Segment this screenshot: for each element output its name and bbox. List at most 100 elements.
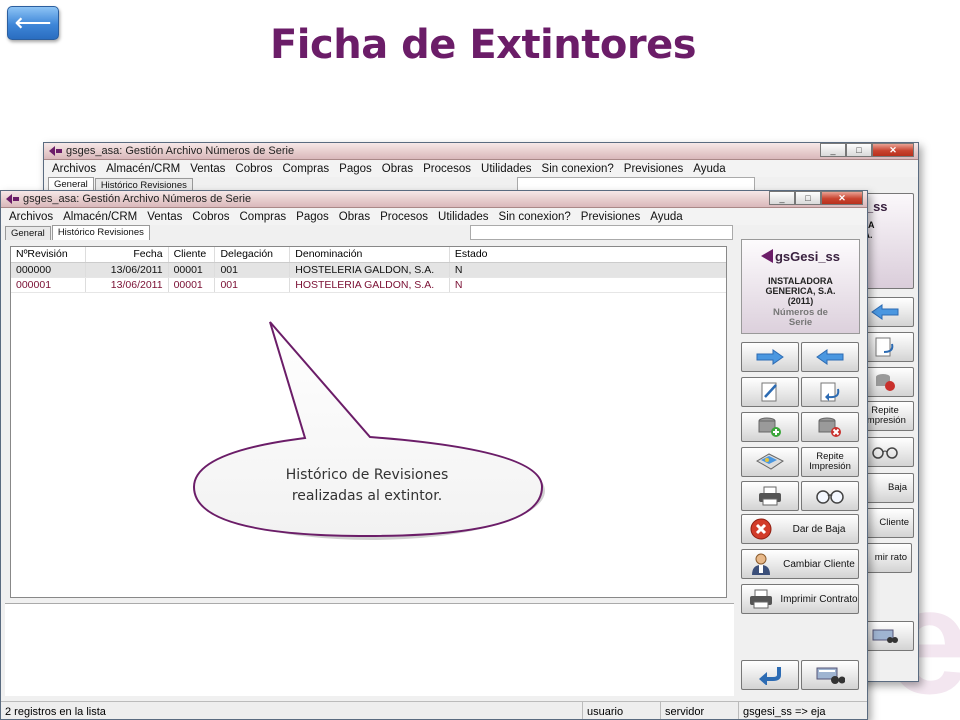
- col-header-revision[interactable]: NºRevisión: [11, 247, 86, 262]
- menu-almacen[interactable]: Almacén/CRM: [59, 211, 143, 223]
- printer-icon: [759, 486, 781, 506]
- col-header-cliente[interactable]: Cliente: [169, 247, 216, 262]
- documents-icon: [756, 453, 784, 470]
- cell: 001: [215, 263, 291, 277]
- logo-brand: gsGesi_ss: [774, 248, 841, 264]
- menu-compras[interactable]: Compras: [279, 163, 336, 175]
- slide-title: Ficha de Extintores: [269, 22, 697, 68]
- status-count: 2 registros en la lista: [1, 701, 583, 719]
- return-button[interactable]: [741, 660, 799, 690]
- menu-pagos[interactable]: Pagos: [335, 163, 378, 175]
- maximize-button[interactable]: □: [795, 191, 821, 205]
- menu-cobros[interactable]: Cobros: [231, 163, 278, 175]
- menu-ventas[interactable]: Ventas: [143, 211, 188, 223]
- table-row[interactable]: 000001 13/06/2011 00001 001 HOSTELERIA G…: [11, 278, 726, 293]
- cancel-icon: [750, 518, 772, 540]
- glasses-icon: [872, 447, 898, 459]
- front-tabs: General Histórico Revisiones: [1, 225, 867, 240]
- view-button[interactable]: [801, 481, 859, 511]
- menu-sin-conexion[interactable]: Sin conexion?: [495, 211, 577, 223]
- database-delete-icon: [876, 374, 895, 391]
- cambiar-cliente-label: Cambiar Cliente: [783, 558, 855, 570]
- tab-general[interactable]: General: [5, 226, 51, 240]
- cambiar-cliente-button[interactable]: Cambiar Cliente: [741, 549, 859, 579]
- menu-compras[interactable]: Compras: [236, 211, 293, 223]
- cell: 13/06/2011: [86, 263, 169, 277]
- app-icon: [6, 194, 19, 204]
- logo-company-1: INSTALADORA: [768, 276, 833, 286]
- menu-utilidades[interactable]: Utilidades: [434, 211, 495, 223]
- back-window-titlebar: gsges_asa: Gestión Archivo Números de Se…: [44, 143, 918, 160]
- logo-company-2: GENERICA, S.A.: [765, 286, 836, 296]
- binoculars-icon: [816, 667, 845, 684]
- logo-arrow-icon: [760, 249, 773, 263]
- database-add-icon: [758, 417, 781, 437]
- tab-historico[interactable]: Histórico Revisiones: [51, 225, 150, 240]
- undo-button[interactable]: [801, 377, 859, 407]
- menu-ventas[interactable]: Ventas: [186, 163, 231, 175]
- cell: 00001: [169, 263, 216, 277]
- logo-company-3: (2011): [787, 296, 814, 306]
- status-server: servidor: [661, 701, 739, 719]
- user-icon: [752, 553, 770, 575]
- revisions-grid: NºRevisión Fecha Cliente Delegación Deno…: [10, 246, 727, 598]
- col-header-delegacion[interactable]: Delegación: [215, 247, 291, 262]
- col-header-fecha[interactable]: Fecha: [86, 247, 169, 262]
- search-button[interactable]: [801, 660, 859, 690]
- menu-procesos[interactable]: Procesos: [376, 211, 434, 223]
- status-user: usuario: [583, 701, 661, 719]
- menu-ayuda[interactable]: Ayuda: [689, 163, 731, 175]
- status-database: gsgesi_ss => eja: [743, 705, 826, 718]
- table-row[interactable]: 000000 13/06/2011 00001 001 HOSTELERIA G…: [11, 263, 726, 278]
- grid-header: NºRevisión Fecha Cliente Delegación Deno…: [11, 247, 726, 263]
- app-icon: [49, 146, 62, 156]
- next-button[interactable]: [741, 342, 799, 372]
- col-header-denominacion[interactable]: Denominación: [290, 247, 450, 262]
- menu-obras[interactable]: Obras: [335, 211, 376, 223]
- print-button[interactable]: [741, 481, 799, 511]
- menu-cobros[interactable]: Cobros: [188, 211, 235, 223]
- delete-record-button[interactable]: [801, 412, 859, 442]
- menu-ayuda[interactable]: Ayuda: [646, 211, 688, 223]
- cell: HOSTELERIA GALDON, S.A.: [290, 278, 450, 292]
- dar-de-baja-label: Dar de Baja: [792, 523, 846, 535]
- repite-impresion-button[interactable]: Repite Impresión: [801, 447, 859, 477]
- menu-sin-conexion[interactable]: Sin conexion?: [538, 163, 620, 175]
- menu-obras[interactable]: Obras: [378, 163, 419, 175]
- undo-icon: [820, 382, 840, 402]
- menu-almacen[interactable]: Almacén/CRM: [102, 163, 186, 175]
- return-arrow-icon: [759, 667, 781, 685]
- maximize-button[interactable]: □: [846, 143, 872, 157]
- status-bar: 2 registros en la lista usuario servidor…: [1, 701, 867, 719]
- add-record-button[interactable]: [741, 412, 799, 442]
- edit-button[interactable]: [741, 377, 799, 407]
- close-button[interactable]: ✕: [821, 191, 863, 205]
- binoculars-icon: [872, 629, 898, 643]
- menu-previsiones[interactable]: Previsiones: [620, 163, 689, 175]
- close-button[interactable]: ✕: [872, 143, 914, 157]
- minimize-button[interactable]: _: [820, 143, 846, 157]
- arrow-left-icon: [871, 304, 899, 320]
- front-tab-field: [470, 225, 733, 240]
- arrow-left-icon: [816, 349, 844, 365]
- col-header-estado[interactable]: Estado: [450, 247, 726, 262]
- minimize-button[interactable]: _: [769, 191, 795, 205]
- print-preview-button[interactable]: [741, 447, 799, 477]
- cell: 000000: [11, 263, 86, 277]
- cell: N: [454, 264, 463, 276]
- menu-previsiones[interactable]: Previsiones: [577, 211, 646, 223]
- cell: 001: [215, 278, 291, 292]
- menu-utilidades[interactable]: Utilidades: [477, 163, 538, 175]
- dar-de-baja-button[interactable]: Dar de Baja: [741, 514, 859, 544]
- menu-pagos[interactable]: Pagos: [292, 211, 335, 223]
- cell: N: [454, 279, 463, 291]
- menu-procesos[interactable]: Procesos: [419, 163, 477, 175]
- cell: 000001: [11, 278, 86, 292]
- menu-archivos[interactable]: Archivos: [5, 211, 59, 223]
- prev-button[interactable]: [801, 342, 859, 372]
- imprimir-contrato-button[interactable]: Imprimir Contrato: [741, 584, 859, 614]
- edit-document-icon: [761, 382, 777, 402]
- back-menubar: Archivos Almacén/CRM Ventas Cobros Compr…: [44, 160, 918, 177]
- company-logo: gsGesi_ss INSTALADORA GENERICA, S.A. (20…: [741, 239, 860, 334]
- menu-archivos[interactable]: Archivos: [48, 163, 102, 175]
